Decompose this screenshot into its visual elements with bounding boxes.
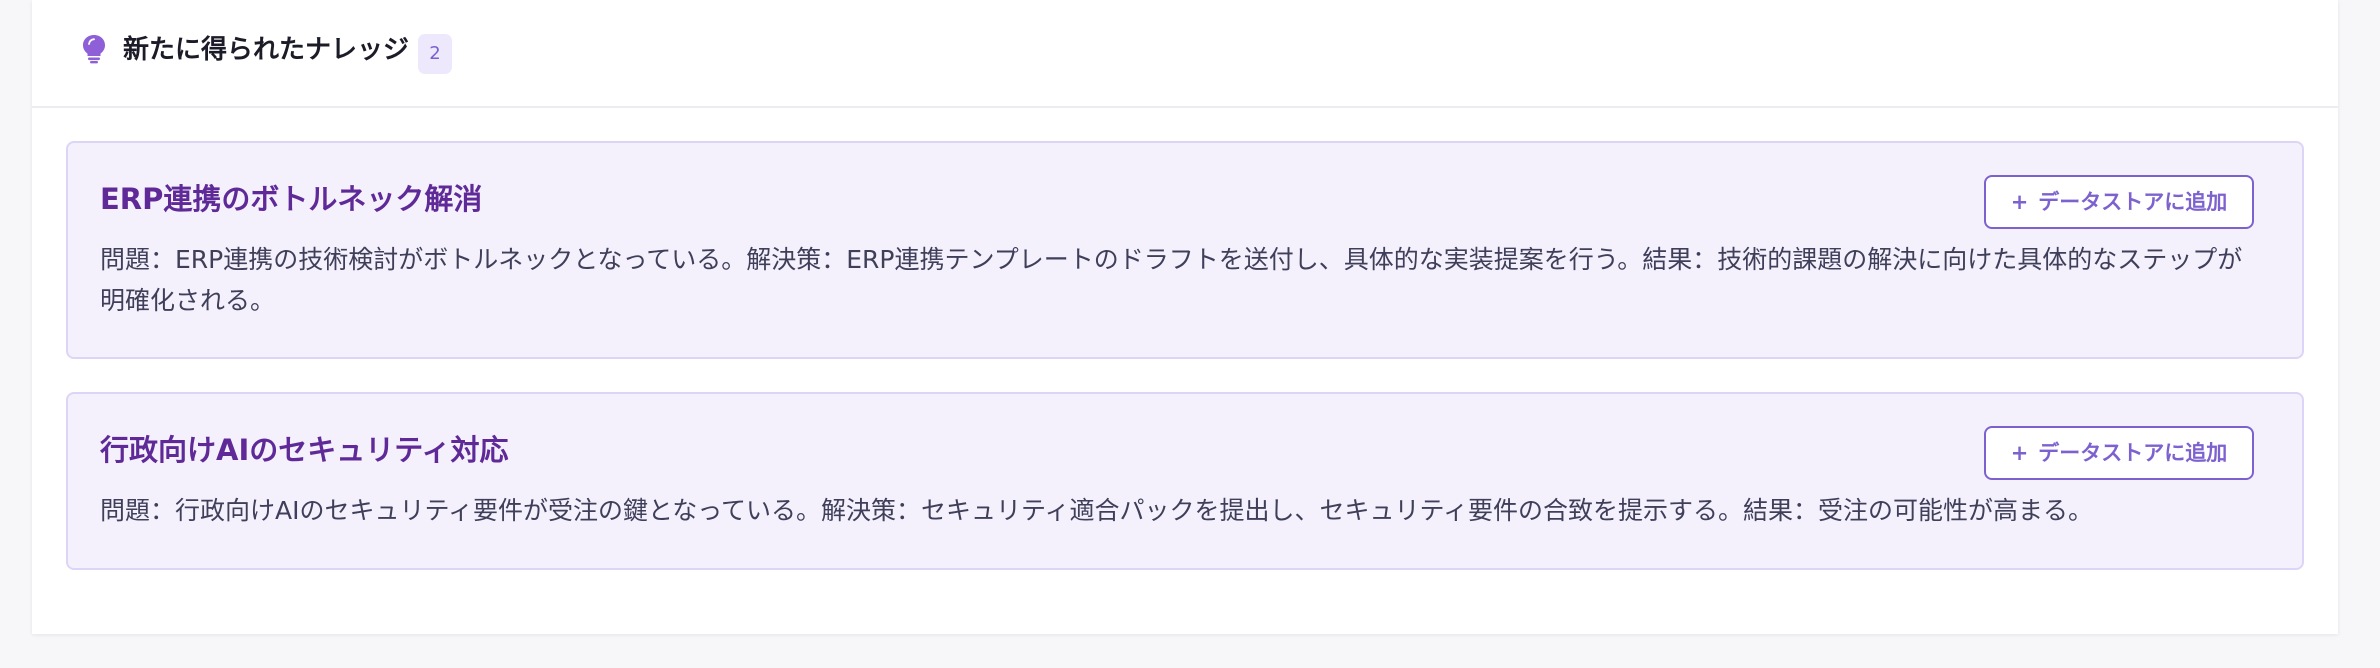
knowledge-title: ERP連携のボトルネック解消 xyxy=(100,182,483,216)
panel-header: 新たに得られたナレッジ 2 xyxy=(32,0,2338,108)
knowledge-panel: 新たに得られたナレッジ 2 ERP連携のボトルネック解消 + データストアに追加 … xyxy=(32,0,2338,634)
add-to-datastore-button[interactable]: + データストアに追加 xyxy=(1984,426,2254,480)
knowledge-title: 行政向けAIのセキュリティ対応 xyxy=(100,433,509,467)
plus-icon: + xyxy=(2010,441,2029,465)
plus-icon: + xyxy=(2010,190,2029,214)
add-button-label: データストアに追加 xyxy=(2038,441,2228,465)
count-badge: 2 xyxy=(418,34,452,74)
knowledge-card: ERP連携のボトルネック解消 + データストアに追加 問題：ERP連携の技術検討が… xyxy=(66,141,2304,359)
add-to-datastore-button[interactable]: + データストアに追加 xyxy=(1984,175,2254,229)
knowledge-description: 問題：行政向けAIのセキュリティ要件が受注の鍵となっている。解決策：セキュリティ… xyxy=(100,496,2093,525)
section-title: 新たに得られたナレッジ xyxy=(123,35,410,65)
lightbulb-icon xyxy=(83,35,105,64)
add-button-label: データストアに追加 xyxy=(2038,190,2228,214)
knowledge-description: 問題：ERP連携の技術検討がボトルネックとなっている。解決策：ERP連携テンプレ… xyxy=(100,245,2243,315)
knowledge-card: 行政向けAIのセキュリティ対応 + データストアに追加 問題：行政向けAIのセキュ… xyxy=(66,392,2304,570)
